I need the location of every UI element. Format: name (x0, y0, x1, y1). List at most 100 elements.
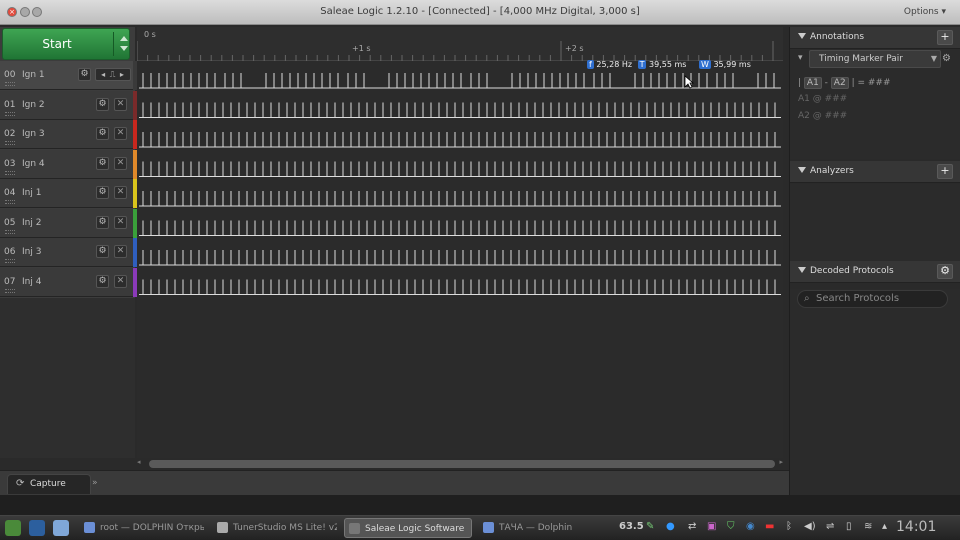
scrollbar-thumb[interactable] (149, 460, 775, 468)
close-icon[interactable]: ✕ (114, 186, 127, 199)
update-icon[interactable]: ◉ (746, 521, 755, 532)
gear-icon[interactable]: ⚙ (96, 215, 109, 229)
channel-name[interactable]: Inj 1 (22, 188, 41, 198)
channel-number: 01 (4, 99, 16, 110)
channel-waveform (139, 279, 781, 295)
channel-name[interactable]: Ign 3 (22, 129, 45, 139)
marker-a2-chip[interactable]: A2 (830, 77, 849, 89)
dropdown-icon: ▼ (930, 54, 937, 63)
options-menu-button[interactable]: Options ▾ (904, 7, 946, 17)
time-ruler[interactable]: 0 s +1 s +2 s (136, 27, 783, 61)
drag-handle-icon[interactable] (5, 141, 15, 145)
ruler-label-1s: +1 s (352, 44, 371, 53)
frequency-value: 25,28 Hz (596, 60, 633, 69)
volume-icon[interactable]: ◀) (804, 521, 816, 532)
ruler-ticks (136, 41, 774, 61)
drag-handle-icon[interactable] (5, 200, 15, 204)
channel-name[interactable]: Ign 4 (22, 159, 45, 169)
gear-icon[interactable]: ⚙ (96, 186, 109, 199)
annotations-header[interactable]: Annotations + (790, 27, 960, 49)
channel-row[interactable]: 04 Inj 1 ⚙ ✕ (0, 179, 137, 208)
horizontal-scrollbar[interactable]: ◂ ▸ (137, 458, 783, 470)
file-manager-icon[interactable] (53, 520, 69, 536)
pen-icon[interactable]: ✎ (646, 521, 654, 532)
channel-row[interactable]: 00 Ign 1 ⚙ ◂ ⎍ ▸ (0, 61, 137, 90)
channel-name[interactable]: Ign 2 (22, 100, 45, 110)
start-button[interactable]: Start (2, 28, 130, 60)
taskbar-task[interactable]: Saleae Logic Software (344, 518, 472, 538)
analyzers-header[interactable]: Analyzers + (790, 161, 960, 183)
channel-row[interactable]: 06 Inj 3 ⚙ ✕ (0, 238, 137, 267)
gear-icon[interactable]: ⚙ (937, 264, 953, 279)
collapse-icon[interactable] (798, 167, 806, 173)
taskbar-task[interactable]: TunerStudio MS Lite! v2 (213, 518, 337, 538)
drag-handle-icon[interactable] (5, 82, 15, 86)
close-icon[interactable]: ✕ (114, 245, 127, 258)
battery-icon[interactable]: ▯ (846, 521, 852, 532)
timing-marker-pair-select[interactable]: Timing Marker Pair ▼ (809, 50, 941, 68)
taskbar-task[interactable]: root — DOLPHIN Открыт (80, 518, 204, 538)
chevron-up-icon[interactable] (120, 36, 128, 41)
close-icon[interactable]: ✕ (114, 274, 127, 288)
add-analyzer-button[interactable]: + (937, 164, 953, 179)
close-icon[interactable]: ✕ (114, 127, 127, 140)
chevron-down-icon[interactable] (120, 46, 128, 51)
share-icon[interactable]: ⇄ (688, 521, 696, 532)
marker-a1-chip[interactable]: A1 (803, 77, 822, 89)
close-icon[interactable]: ✕ (114, 156, 127, 170)
channel-row[interactable]: 07 Inj 4 ⚙ ✕ (0, 267, 137, 297)
desktop-strip (0, 495, 960, 516)
clock[interactable]: 14:01 (896, 519, 936, 535)
channel-name[interactable]: Inj 2 (22, 218, 41, 228)
channel-row[interactable]: 02 Ign 3 ⚙ ✕ (0, 120, 137, 149)
trigger-button[interactable]: ◂ ⎍ ▸ (95, 68, 131, 81)
annotations-body: ▾ Timing Marker Pair ▼ ⚙ | A1 - A2 | = #… (790, 49, 960, 159)
gear-icon[interactable]: ⚙ (96, 127, 109, 140)
drag-handle-icon[interactable] (5, 111, 15, 116)
scroll-right-icon[interactable]: ▸ (779, 458, 783, 466)
add-annotation-button[interactable]: + (937, 30, 953, 45)
collapse-icon[interactable] (798, 33, 806, 39)
bluetooth-icon[interactable]: ᛒ (786, 521, 792, 532)
start-menu-icon[interactable] (5, 520, 21, 536)
scroll-left-icon[interactable]: ◂ (137, 458, 141, 466)
pin-icon[interactable]: ▾ (798, 53, 803, 63)
drag-handle-icon[interactable] (5, 229, 15, 234)
waveform-traces[interactable] (137, 61, 783, 458)
gear-icon[interactable]: ⚙ (96, 274, 109, 288)
channel-name[interactable]: Inj 3 (22, 247, 41, 257)
gear-icon[interactable]: ⚙ (96, 156, 109, 170)
more-tabs-icon[interactable]: » (92, 478, 98, 488)
channel-row[interactable]: 03 Ign 4 ⚙ ✕ (0, 149, 137, 179)
drag-handle-icon[interactable] (5, 259, 15, 263)
decoded-protocols-header[interactable]: Decoded Protocols ⚙ (790, 261, 960, 283)
wifi-icon[interactable]: ≋ (864, 521, 872, 532)
clipboard-icon[interactable]: ▣ (707, 521, 716, 532)
device-icon[interactable]: ⇌ (826, 521, 834, 532)
channel-waveform (139, 191, 781, 207)
channel-row[interactable]: 05 Inj 2 ⚙ ✕ (0, 208, 137, 238)
gear-icon[interactable]: ⚙ (96, 245, 109, 258)
waveform-view[interactable]: 0 s +1 s +2 s f 25,28 Hz T 39,55 ms W 35… (136, 27, 783, 458)
gear-icon[interactable]: ⚙ (942, 53, 951, 64)
keyboard-layout-icon[interactable]: ▬ (765, 521, 774, 532)
shield-icon[interactable]: ⛉ (727, 521, 735, 532)
search-protocols-input[interactable]: ⌕ Search Protocols (797, 290, 948, 308)
channel-name[interactable]: Inj 4 (22, 277, 41, 287)
drag-handle-icon[interactable] (5, 288, 15, 293)
gear-icon[interactable]: ⚙ (78, 68, 91, 81)
close-icon[interactable]: ✕ (114, 97, 127, 111)
tray-expand-icon[interactable]: ▴ (882, 521, 887, 532)
show-desktop-icon[interactable] (29, 520, 45, 536)
tab-capture[interactable]: ⟳ Capture (7, 474, 91, 494)
taskbar-task[interactable]: ТАЧА — Dolphin (479, 518, 579, 538)
collapse-icon[interactable] (798, 267, 806, 273)
search-icon: ⌕ (804, 293, 810, 304)
channel-row[interactable]: 01 Ign 2 ⚙ ✕ (0, 90, 137, 120)
drag-handle-icon[interactable] (5, 170, 15, 175)
channel-name[interactable]: Ign 1 (22, 70, 45, 80)
width-icon: W (698, 60, 711, 69)
close-icon[interactable]: ✕ (114, 215, 127, 229)
network-icon[interactable]: ● (666, 521, 675, 532)
gear-icon[interactable]: ⚙ (96, 97, 109, 111)
